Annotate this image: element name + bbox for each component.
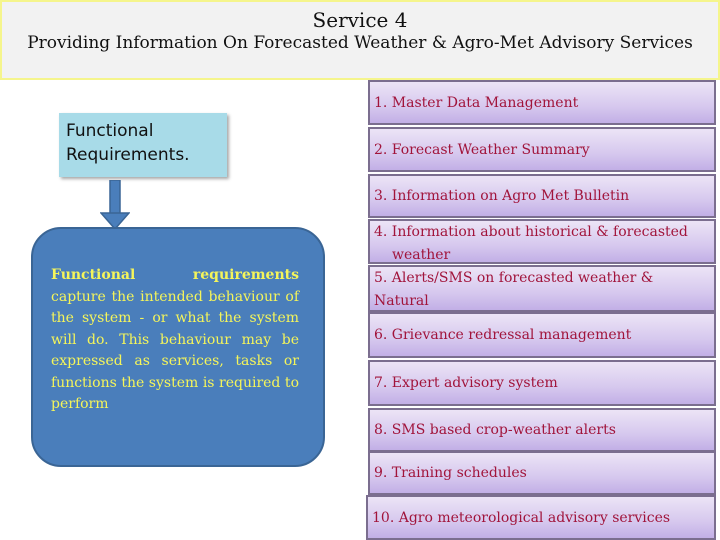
description-box: Functional requirements capture the inte… [31, 227, 325, 467]
service-item-2: 2. Forecast Weather Summary [368, 127, 716, 172]
service-item-label: 1. Master Data Management [374, 94, 579, 111]
description-text: capture the intended behaviour of the sy… [51, 288, 299, 413]
service-item-label: 8. SMS based crop-weather alerts [374, 422, 616, 438]
service-item-label: 5. Alerts/SMS on forecasted weather & Na… [374, 270, 654, 309]
service-item-5: 5. Alerts/SMS on forecasted weather & Na… [368, 265, 716, 332]
service-item-6: 6. Grievance redressal management [368, 312, 716, 358]
service-item-label: 6. Grievance redressal management [374, 327, 632, 343]
service-item-4: 4. Information about historical & foreca… [368, 219, 716, 264]
slide-header: Service 4 Providing Information On Forec… [0, 0, 720, 80]
service-item-8: 8. SMS based crop-weather alerts [368, 408, 716, 452]
service-item-label: 7. Expert advisory system [374, 375, 558, 391]
service-item-label-line2: weather [392, 247, 451, 263]
service-item-1: 1. Master Data Management [368, 80, 716, 125]
service-item-label: 4. Information about historical & foreca… [374, 224, 688, 240]
functional-requirements-box: Functional Requirements. [59, 113, 227, 177]
description-lead: Functional requirements [51, 267, 299, 283]
service-item-9: 9. Training schedules [368, 451, 716, 495]
down-arrow-icon [100, 180, 130, 230]
slide-subtitle: Providing Information On Forecasted Weat… [27, 33, 693, 53]
service-item-label: 9. Training schedules [374, 465, 527, 481]
service-item-label: 2. Forecast Weather Summary [374, 141, 590, 158]
service-item-7: 7. Expert advisory system [368, 360, 716, 406]
service-item-3: 3. Information on Agro Met Bulletin [368, 174, 716, 218]
service-item-label: 3. Information on Agro Met Bulletin [374, 188, 630, 204]
service-item-label: 10. Agro meteorological advisory service… [372, 509, 671, 526]
slide-title: Service 4 [312, 8, 408, 32]
service-item-10: 10. Agro meteorological advisory service… [366, 495, 716, 540]
